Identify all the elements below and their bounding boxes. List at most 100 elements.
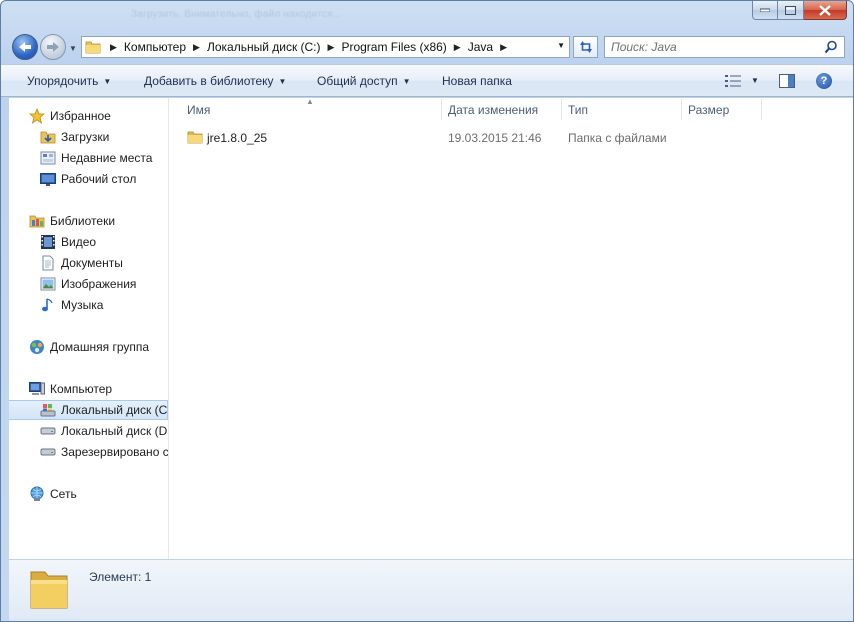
column-divider[interactable]: [681, 99, 682, 120]
nav-label: Видео: [61, 235, 97, 249]
nav-label: Музыка: [61, 298, 104, 312]
file-modified: 19.03.2015 21:46: [448, 131, 542, 145]
column-name[interactable]: Имя: [187, 103, 210, 117]
nav-video[interactable]: Видео: [9, 232, 168, 252]
nav-label: Библиотеки: [50, 214, 116, 228]
close-icon: [819, 4, 831, 16]
command-bar: Упорядочить ▼ Добавить в библиотеку ▼ Общи…: [1, 64, 853, 97]
organize-label: Упорядочить: [27, 74, 99, 88]
question-mark-icon: ?: [820, 75, 828, 87]
video-icon: [40, 234, 56, 250]
search-box: [604, 36, 845, 58]
nav-homegroup[interactable]: Домашняя группа: [9, 337, 168, 357]
chevron-right-icon[interactable]: ▶: [110, 42, 117, 53]
file-row[interactable]: jre1.8.0_25 19.03.2015 21:46 Папка с фай…: [169, 128, 853, 148]
file-name[interactable]: jre1.8.0_25: [207, 131, 267, 145]
nav-music[interactable]: Музыка: [9, 295, 168, 315]
address-bar[interactable]: ▶ Компьютер ▶ Локальный диск (C:) ▶ Prog…: [81, 36, 570, 58]
add-library-label: Добавить в библиотеку: [144, 74, 274, 88]
nav-label: Загрузки: [61, 130, 110, 144]
nav-images[interactable]: Изображения: [9, 274, 168, 294]
refresh-icon: [579, 41, 592, 53]
window-title: Загрузить. Внимательно, файл находится..…: [131, 9, 342, 20]
nav-label: Недавние места: [61, 151, 153, 165]
nav-network[interactable]: Сеть: [9, 484, 168, 504]
maximize-button[interactable]: [778, 1, 804, 20]
preview-pane-icon[interactable]: [779, 74, 795, 88]
nav-label: Изображения: [61, 277, 137, 291]
drive-icon: [40, 444, 56, 460]
arrow-left-icon: [19, 42, 31, 52]
nav-label: Рабочий стол: [61, 172, 137, 186]
nav-label: Зарезервировано с: [61, 445, 168, 459]
view-dropdown-arrow[interactable]: ▼: [751, 76, 759, 85]
network-icon: [29, 486, 45, 502]
breadcrumb-java[interactable]: Java: [468, 40, 493, 54]
nav-reserved[interactable]: Зарезервировано с: [9, 442, 168, 462]
column-divider[interactable]: [561, 99, 562, 120]
drive-icon: [40, 423, 56, 439]
chevron-right-icon[interactable]: ▶: [328, 42, 335, 53]
breadcrumb-disk-c[interactable]: Локальный диск (C:): [207, 40, 321, 54]
nav-desktop[interactable]: Рабочий стол: [9, 169, 168, 189]
caption-buttons: [752, 1, 847, 20]
address-row: ▼ ▶ Компьютер ▶ Локальный диск (C:) ▶ Pr…: [1, 31, 853, 64]
new-folder-button[interactable]: Новая папка: [442, 74, 512, 88]
nav-label: Локальный диск (D: [61, 424, 168, 438]
folder-icon: [85, 39, 103, 55]
breadcrumb-computer[interactable]: Компьютер: [124, 40, 186, 54]
organize-menu[interactable]: Упорядочить ▼: [27, 74, 111, 88]
folder-icon: [187, 129, 203, 148]
nav-recent-places[interactable]: Недавние места: [9, 148, 168, 168]
maximize-icon: [785, 5, 796, 15]
refresh-button[interactable]: [573, 36, 598, 58]
chevron-down-icon: ▼: [103, 77, 112, 86]
minimize-icon: [760, 8, 770, 12]
nav-favorites[interactable]: Избранное: [9, 106, 168, 126]
details-pane: Элемент: 1: [9, 559, 853, 621]
chevron-down-icon: ▼: [402, 77, 411, 86]
libraries-icon: [29, 213, 45, 229]
chevron-right-icon[interactable]: ▶: [193, 42, 200, 53]
chevron-right-icon[interactable]: ▶: [454, 42, 461, 53]
recent-places-icon: [40, 150, 56, 166]
nav-label: Документы: [61, 256, 123, 270]
arrow-right-icon: [47, 42, 59, 52]
nav-disk-c[interactable]: Локальный диск (C: [9, 400, 168, 420]
nav-label: Домашняя группа: [50, 340, 150, 354]
nav-documents[interactable]: Документы: [9, 253, 168, 273]
nav-label: Избранное: [50, 109, 111, 123]
nav-computer[interactable]: Компьютер: [9, 379, 168, 399]
help-button[interactable]: ?: [816, 73, 832, 89]
nav-label: Компьютер: [50, 382, 113, 396]
minimize-button[interactable]: [752, 1, 778, 20]
column-type[interactable]: Тип: [568, 103, 588, 117]
add-to-library-menu[interactable]: Добавить в библиотеку ▼: [144, 74, 286, 88]
back-button[interactable]: [12, 34, 38, 60]
navigation-pane: Избранное Загрузки Недавние места Рабочи…: [9, 98, 168, 559]
forward-button[interactable]: [40, 34, 66, 60]
close-button[interactable]: [804, 1, 847, 20]
column-modified[interactable]: Дата изменения: [448, 103, 538, 117]
view-options-icon[interactable]: [725, 74, 741, 88]
folder-large-icon: [30, 571, 68, 609]
column-size[interactable]: Размер: [688, 103, 729, 117]
nav-disk-d[interactable]: Локальный диск (D: [9, 421, 168, 441]
chevron-right-icon[interactable]: ▶: [500, 42, 507, 53]
nav-downloads[interactable]: Загрузки: [9, 127, 168, 147]
column-divider[interactable]: [441, 99, 442, 120]
address-dropdown-button[interactable]: ▼: [557, 41, 565, 50]
column-divider[interactable]: [761, 99, 762, 120]
share-menu[interactable]: Общий доступ ▼: [317, 74, 411, 88]
column-header: ▲ Имя Дата изменения Тип Размер: [169, 97, 853, 122]
document-icon: [40, 255, 56, 271]
share-label: Общий доступ: [317, 74, 398, 88]
nav-libraries[interactable]: Библиотеки: [9, 211, 168, 231]
title-bar[interactable]: Загрузить. Внимательно, файл находится..…: [1, 1, 853, 31]
recent-pages-dropdown[interactable]: ▼: [69, 44, 77, 53]
breadcrumb-program-files[interactable]: Program Files (x86): [341, 40, 446, 54]
breadcrumb: ▶ Компьютер ▶ Локальный диск (C:) ▶ Prog…: [103, 40, 514, 54]
search-icon[interactable]: [824, 40, 838, 54]
sort-ascending-icon: ▲: [306, 97, 314, 106]
search-input[interactable]: [611, 38, 821, 56]
